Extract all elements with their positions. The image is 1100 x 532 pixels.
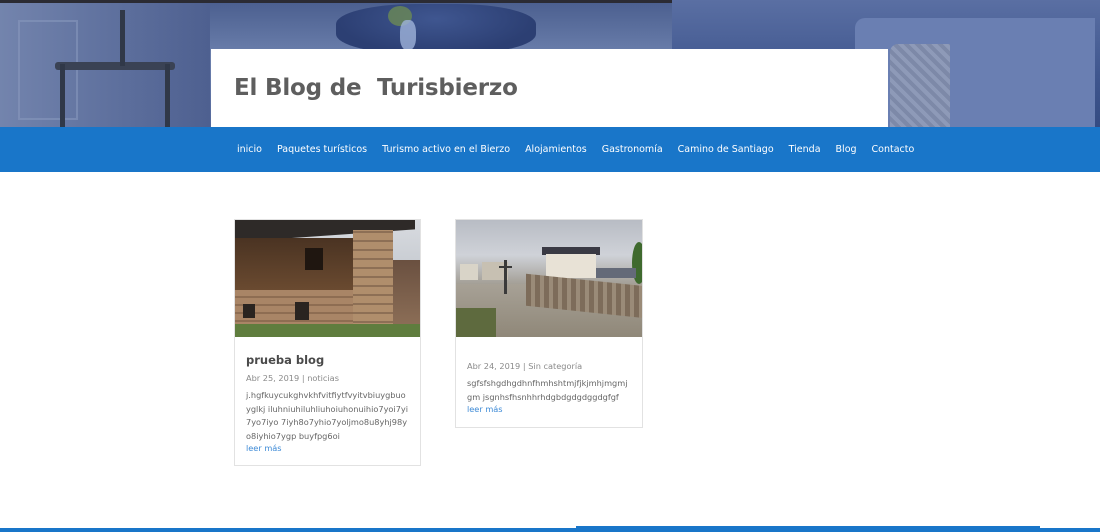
hero-pouf bbox=[336, 4, 536, 54]
photo-grass bbox=[235, 324, 420, 337]
photo-wood-balcony bbox=[235, 238, 355, 290]
photo-stone-wall bbox=[353, 230, 393, 330]
post-excerpt: sgfsfshgdhgdhnfhmhshtmjfjkjmhjmgmjgm jsg… bbox=[467, 378, 628, 402]
hero-vase bbox=[400, 20, 416, 50]
hero-stool-leg bbox=[165, 64, 170, 127]
hero-wall-panel bbox=[18, 20, 78, 120]
post-category-link[interactable]: Sin categoría bbox=[528, 361, 582, 371]
hero-throw-blanket bbox=[890, 44, 950, 127]
nav-item-paquetes[interactable]: Paquetes turísticos bbox=[277, 144, 367, 155]
meta-separator: | bbox=[301, 373, 305, 383]
read-more-link[interactable]: leer más bbox=[246, 443, 409, 453]
photo-window bbox=[243, 304, 255, 318]
post-card: Abr 24, 2019 | Sin categoría sgfsfshgdhg… bbox=[455, 219, 643, 428]
post-thumbnail[interactable] bbox=[456, 220, 642, 337]
main-navigation: inicio Paquetes turísticos Turismo activ… bbox=[0, 127, 1100, 172]
hero-stool-leg bbox=[60, 64, 65, 127]
post-thumbnail[interactable] bbox=[235, 220, 420, 337]
village-street-photo bbox=[456, 220, 642, 337]
post-meta: Abr 24, 2019 | Sin categoría bbox=[467, 361, 631, 371]
nav-item-camino[interactable]: Camino de Santiago bbox=[678, 144, 774, 155]
nav-item-tienda[interactable]: Tienda bbox=[789, 144, 821, 155]
post-date: Abr 24, 2019 bbox=[467, 361, 521, 371]
stone-house-photo bbox=[235, 220, 420, 337]
photo-house bbox=[460, 264, 478, 280]
post-excerpt: j.hgfkuycukghvkhfvitfiytfvyitvbiuygbuoyg… bbox=[246, 390, 409, 441]
hero-stool-leg bbox=[120, 10, 125, 66]
photo-cross bbox=[499, 266, 512, 268]
footer-accent bbox=[576, 526, 1040, 528]
nav-item-inicio[interactable]: inicio bbox=[237, 144, 262, 155]
nav-item-turismo-activo[interactable]: Turismo activo en el Bierzo bbox=[382, 144, 510, 155]
footer-bar bbox=[0, 526, 1100, 532]
photo-window bbox=[305, 248, 323, 270]
site-title-box: El Blog de Turisbierzo bbox=[211, 49, 888, 127]
read-more-link[interactable]: leer más bbox=[467, 404, 631, 414]
hero-stool bbox=[55, 62, 175, 70]
post-body: Abr 24, 2019 | Sin categoría sgfsfshgdhg… bbox=[467, 361, 631, 414]
photo-building bbox=[393, 260, 420, 330]
site-title[interactable]: El Blog de Turisbierzo bbox=[234, 75, 518, 101]
post-meta: Abr 25, 2019 | noticias bbox=[246, 373, 409, 383]
photo-grass bbox=[456, 308, 496, 337]
meta-separator: | bbox=[522, 361, 526, 371]
photo-window bbox=[295, 302, 309, 320]
post-title[interactable]: prueba blog bbox=[246, 353, 409, 367]
post-card: prueba blog Abr 25, 2019 | noticias j.hg… bbox=[234, 219, 421, 466]
post-body: prueba blog Abr 25, 2019 | noticias j.hg… bbox=[246, 353, 409, 453]
photo-house bbox=[596, 268, 636, 278]
nav-item-contacto[interactable]: Contacto bbox=[872, 144, 915, 155]
nav-item-blog[interactable]: Blog bbox=[836, 144, 857, 155]
photo-house bbox=[546, 254, 596, 278]
post-date: Abr 25, 2019 bbox=[246, 373, 300, 383]
nav-item-gastronomia[interactable]: Gastronomía bbox=[602, 144, 663, 155]
nav-menu: inicio Paquetes turísticos Turismo activ… bbox=[237, 127, 929, 172]
post-category-link[interactable]: noticias bbox=[307, 373, 339, 383]
nav-item-alojamientos[interactable]: Alojamientos bbox=[525, 144, 587, 155]
